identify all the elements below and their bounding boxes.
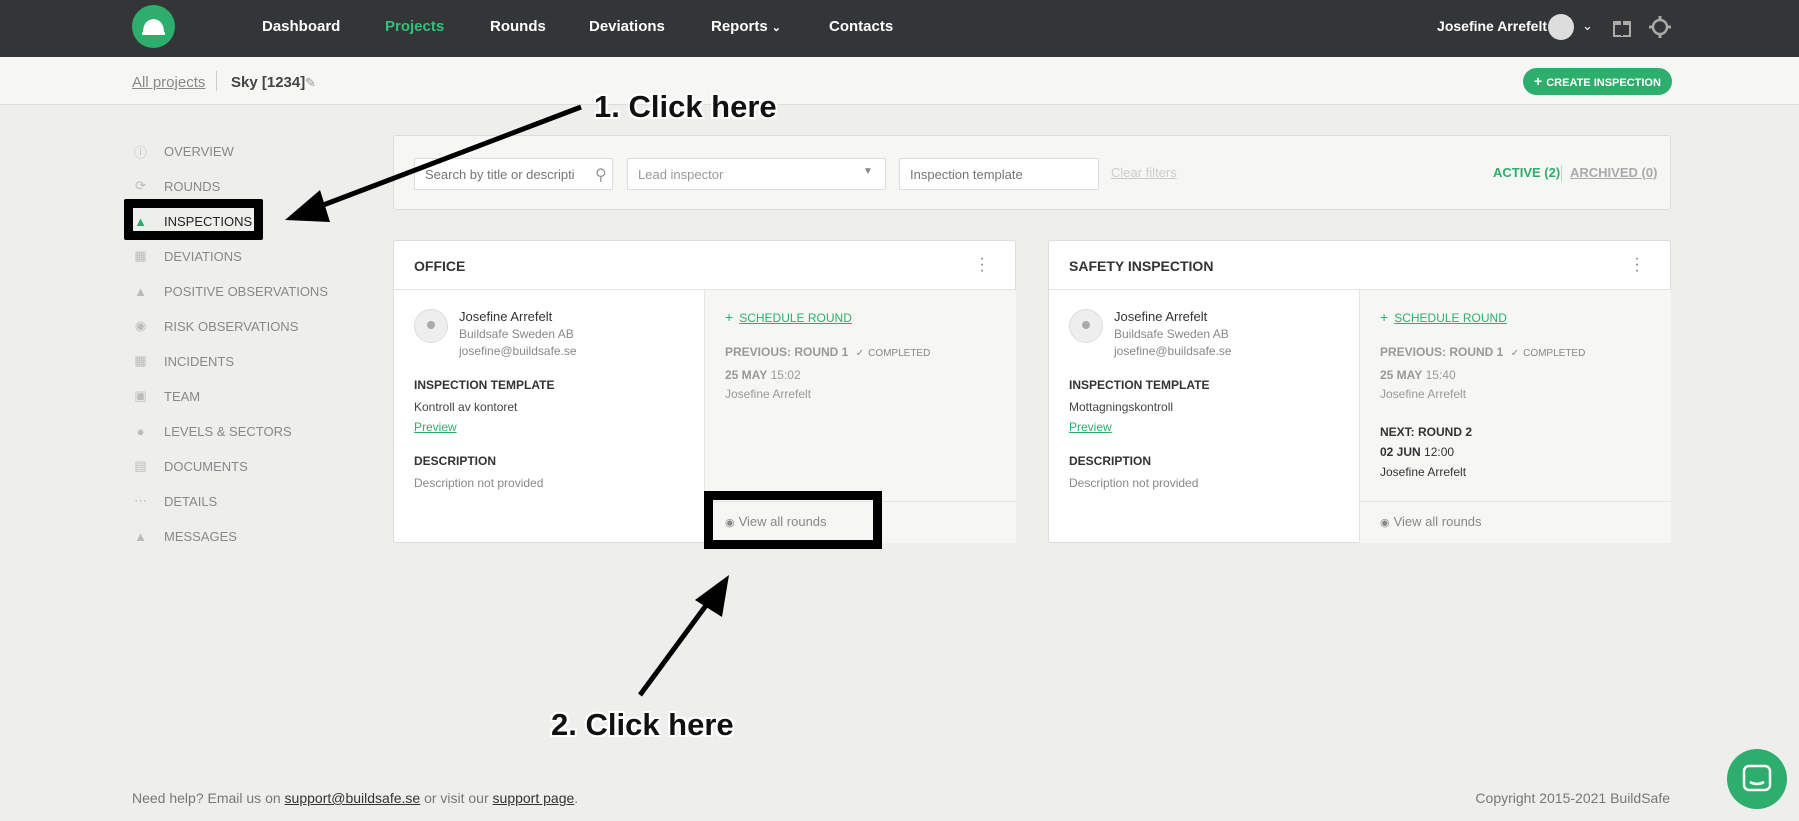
footer-help-suffix: . xyxy=(574,790,579,806)
support-page-link[interactable]: support page xyxy=(493,790,575,806)
footer-help-middle: or visit our xyxy=(424,790,489,806)
arrow-step-2 xyxy=(637,575,729,697)
chat-icon xyxy=(1742,764,1772,792)
annotation-arrows xyxy=(285,104,729,697)
annotation-step-2: 2. Click here xyxy=(551,707,734,742)
footer-help: Need help? Email us on support@buildsafe… xyxy=(132,790,578,806)
chat-button[interactable] xyxy=(1727,749,1787,809)
annotation-step-1: 1. Click here xyxy=(594,89,777,124)
copyright: Copyright 2015-2021 BuildSafe xyxy=(1475,790,1670,806)
footer-help-prefix: Need help? Email us on xyxy=(132,790,281,806)
arrow-step-1 xyxy=(285,104,582,222)
support-email-link[interactable]: support@buildsafe.se xyxy=(285,790,421,806)
